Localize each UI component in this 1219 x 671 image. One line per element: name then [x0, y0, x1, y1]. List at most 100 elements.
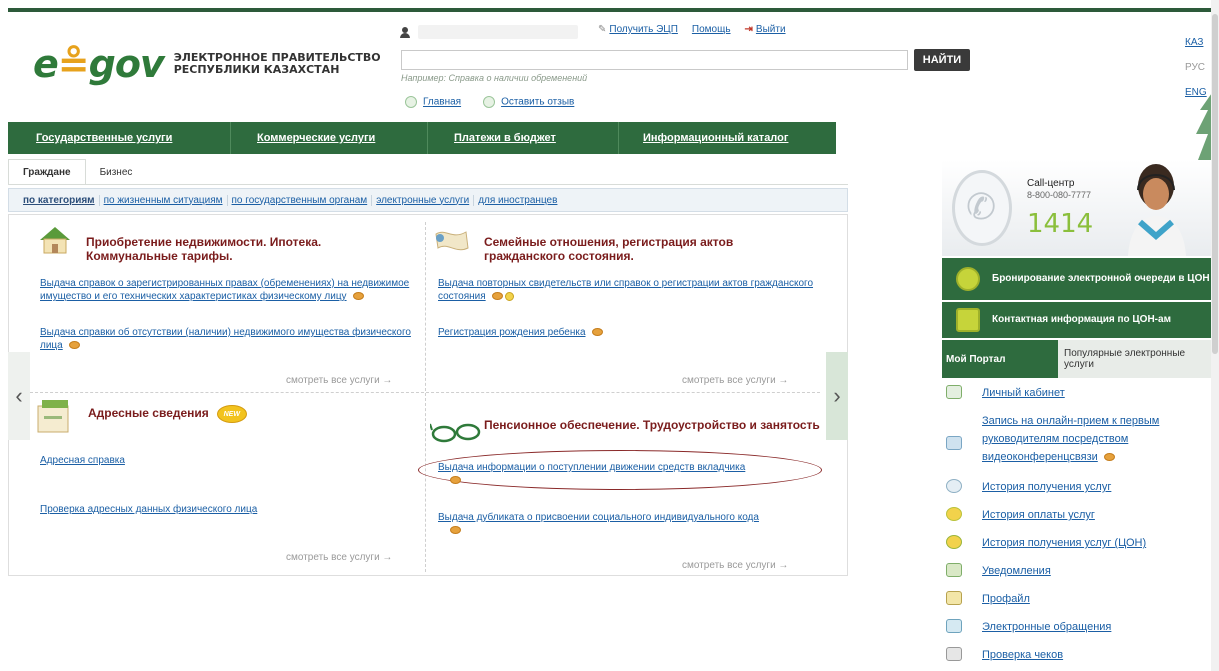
payment-coin-icon [68, 341, 80, 350]
nav-commercial-services[interactable]: Коммерческие услуги [257, 132, 375, 144]
payment-coin-icon [450, 476, 461, 485]
logout-link[interactable]: Выйти [756, 24, 786, 35]
portal-item: Электронные обращения [946, 618, 1111, 636]
service-item-realty-1: Выдача справок о зарегистрированных прав… [40, 277, 416, 303]
egov-logo-mark: e≗gov [33, 42, 165, 86]
search-button[interactable]: НАЙТИ [914, 49, 970, 71]
portal-item: История получения услуг [946, 478, 1111, 496]
tab-my-portal[interactable]: Мой Портал [942, 340, 1058, 378]
callcenter-title: Call-центр [1027, 178, 1075, 189]
service-link-address-check[interactable]: Проверка адресных данных физического лиц… [40, 504, 257, 515]
section-title-address-text: Адресные сведения [88, 406, 209, 421]
tab-citizens[interactable]: Граждане [8, 159, 86, 185]
phone-icon: ✆ [966, 186, 997, 227]
contacts-icon [956, 308, 980, 332]
service-item-pension-1: Выдача информации о поступлении движении… [438, 461, 822, 487]
portal-link-notifications[interactable]: Уведомления [982, 562, 1051, 580]
nav-budget-payments[interactable]: Платежи в бюджет [454, 132, 556, 144]
get-eds-link[interactable]: Получить ЭЦП [609, 24, 678, 35]
subcat-gov-agencies[interactable]: по государственным органам [228, 194, 373, 206]
con-contacts-button[interactable]: Контактная информация по ЦОН-ам [942, 302, 1214, 338]
home-link[interactable]: Главная [423, 97, 461, 108]
tab-business[interactable]: Бизнес [85, 159, 147, 185]
con-history-icon [946, 535, 962, 549]
more-link-address[interactable]: смотреть все услуги → [286, 552, 392, 563]
portal-link-profile[interactable]: Профайл [982, 590, 1030, 608]
logo-title-line2: РЕСПУБЛИКИ КАЗАХСТАН [173, 63, 340, 76]
portal-link-e-appeals[interactable]: Электронные обращения [982, 618, 1111, 636]
service-link-realty-absence[interactable]: Выдача справки об отсутствии (наличии) н… [40, 327, 411, 351]
address-box-icon [37, 400, 69, 433]
carousel-prev-button[interactable]: ‹ [8, 352, 30, 440]
portal-link-con-history[interactable]: История получения услуг (ЦОН) [982, 534, 1146, 552]
payment-coin-icon [591, 328, 603, 337]
more-link-family[interactable]: смотреть все услуги → [682, 375, 788, 386]
service-item-pension-2: Выдача дубликата о присвоении социальног… [438, 511, 822, 537]
portal-tabs: Мой Портал Популярные электронные услуги [942, 340, 1214, 378]
subcat-foreigners[interactable]: для иностранцев [474, 195, 561, 206]
feedback-link[interactable]: Оставить отзыв [501, 97, 574, 108]
glasses-icon [430, 423, 481, 443]
portal-link-online-reception[interactable]: Запись на онлайн-прием к первым руководи… [982, 415, 1159, 463]
key-icon: ✎ [598, 24, 607, 35]
search-input[interactable] [401, 50, 908, 70]
info-coin-icon [504, 291, 514, 301]
service-item-address-1: Адресная справка [40, 454, 125, 467]
nav-gov-services[interactable]: Государственные услуги [36, 132, 172, 144]
user-icon [400, 26, 410, 38]
portal-link-payment-history[interactable]: История оплаты услуг [982, 506, 1095, 524]
subcat-e-services[interactable]: электронные услуги [372, 194, 475, 206]
history-icon [946, 479, 962, 493]
panel-horizontal-divider [30, 392, 820, 393]
service-link-birth-registration[interactable]: Регистрация рождения ребенка [438, 327, 586, 338]
portal-item: История получения услуг (ЦОН) [946, 534, 1146, 552]
subcategory-bar: по категориям по жизненным ситуациям по … [8, 188, 848, 212]
lang-kaz[interactable]: КАЗ [1185, 37, 1207, 48]
service-item-family-1: Выдача повторных свидетельств или справо… [438, 277, 818, 303]
user-bar [400, 25, 600, 39]
audience-tabs: Граждане Бизнес [8, 159, 147, 185]
top-links: ✎ Получить ЭЦП Помощь ⇥ Выйти [598, 24, 786, 35]
service-link-contributor-funds[interactable]: Выдача информации о поступлении движении… [438, 462, 745, 473]
service-item-realty-2: Выдача справки об отсутствии (наличии) н… [40, 326, 416, 352]
nav-info-catalog[interactable]: Информационный каталог [643, 132, 788, 144]
queue-booking-button[interactable]: Бронирование электронной очереди в ЦОН [942, 258, 1214, 300]
payment-history-icon [946, 507, 962, 521]
carousel-next-button[interactable]: › [826, 352, 848, 440]
subcat-life-situations[interactable]: по жизненным ситуациям [100, 194, 228, 206]
payment-coin-icon [491, 292, 503, 301]
help-link[interactable]: Помощь [692, 24, 731, 35]
logout-icon: ⇥ [744, 24, 753, 35]
home-icon [405, 96, 417, 108]
callcenter-phone: 8-800-080-7777 [1027, 190, 1092, 200]
feedback-icon [483, 96, 496, 108]
new-badge: NEW [216, 405, 247, 423]
portal-link-check-receipts[interactable]: Проверка чеков [982, 646, 1063, 664]
logo[interactable]: e≗gov ЭЛЕКТРОННОЕ ПРАВИТЕЛЬСТВО РЕСПУБЛИ… [33, 44, 381, 84]
portal-item: Личный кабинет [946, 384, 1065, 402]
scrollbar-thumb[interactable] [1212, 14, 1218, 354]
callcenter-short-number: 1414 [1027, 209, 1094, 239]
portal-item: Профайл [946, 590, 1030, 608]
queue-booking-label: Бронирование электронной очереди в ЦОН [992, 273, 1210, 284]
service-link-sik-duplicate[interactable]: Выдача дубликата о присвоении социальног… [438, 512, 759, 523]
people-icon [956, 267, 980, 291]
operator-avatar [1128, 164, 1186, 256]
section-title-family: Семейные отношения, регистрация актов гр… [484, 235, 734, 263]
section-title-address: Адресные сведения NEW [88, 405, 247, 423]
main-nav: Государственные услуги Коммерческие услу… [8, 122, 836, 154]
portal-link-cabinet[interactable]: Личный кабинет [982, 384, 1065, 402]
header-sublinks: Главная Оставить отзыв [405, 96, 574, 108]
profile-icon [946, 591, 962, 605]
portal-link-service-history[interactable]: История получения услуг [982, 478, 1111, 496]
tab-popular-services[interactable]: Популярные электронные услуги [1058, 340, 1214, 378]
more-link-realty[interactable]: смотреть все услуги → [286, 375, 392, 386]
service-link-address-certificate[interactable]: Адресная справка [40, 455, 125, 466]
top-border-line [8, 8, 1211, 12]
more-link-pension[interactable]: смотреть все услуги → [682, 560, 788, 571]
appeals-icon [946, 619, 962, 633]
receipt-check-icon [946, 647, 962, 661]
con-contacts-label: Контактная информация по ЦОН-ам [992, 314, 1171, 325]
service-item-family-2: Регистрация рождения ребенка [438, 326, 818, 339]
subcat-by-category[interactable]: по категориям [19, 194, 100, 206]
